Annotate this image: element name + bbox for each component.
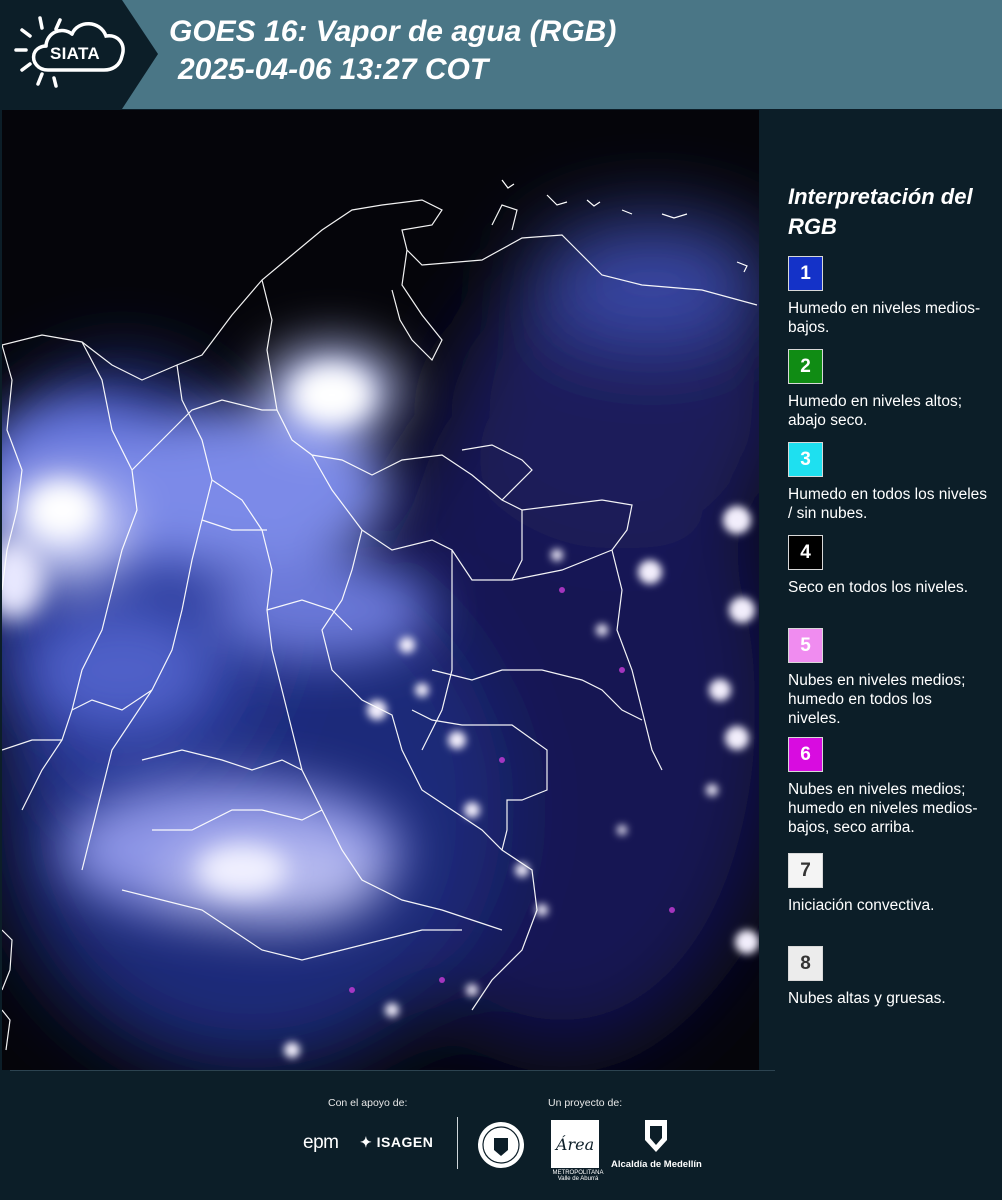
siata-logo-text: SIATA (50, 44, 100, 63)
medellin-shield-icon (645, 1120, 667, 1152)
alcaldia-medellin-logo: Alcaldía de Medellín (611, 1159, 702, 1170)
footer-vertical-divider (457, 1117, 458, 1169)
legend-color-swatch: 4 (788, 535, 823, 570)
legend-item: 6 Nubes en niveles medios; humedo en nive… (788, 737, 988, 837)
footer: Con el apoyo de: Un proyecto de: epm ✦ I… (0, 1070, 1002, 1200)
page-timestamp: 2025-04-06 13:27 COT (178, 53, 489, 86)
legend-color-swatch: 7 (788, 853, 823, 888)
isagen-star-icon: ✦ (360, 1134, 373, 1150)
satellite-map[interactable] (2, 110, 759, 1070)
legend-description: Nubes en niveles medios; humedo en todos… (788, 672, 966, 727)
legend-color-swatch: 3 (788, 442, 823, 477)
rgb-legend: Interpretación del RGB 1 Humedo en nivele… (772, 182, 994, 1007)
legend-description: Nubes en niveles medios; humedo en nivel… (788, 781, 978, 836)
siata-logo-panel: SIATA (0, 0, 158, 109)
legend-description: Humedo en niveles altos; abajo seco. (788, 393, 963, 429)
legend-item: 7 Iniciación convectiva. (788, 853, 988, 915)
legend-item: 1 Humedo en niveles medios-bajos. (788, 256, 988, 337)
legend-item: 4 Seco en todos los niveles. (788, 535, 988, 597)
legend-description: Iniciación convectiva. (788, 897, 935, 914)
epm-logo: epm (303, 1132, 339, 1153)
project-label: Un proyecto de: (548, 1097, 623, 1109)
header-bar: SIATA GOES 16: Vapor de agua (RGB) 2025-… (0, 0, 1002, 109)
legend-item: 5 Nubes en niveles medios; humedo en todo… (788, 628, 988, 728)
legend-description: Humedo en todos los niveles / sin nubes. (788, 486, 988, 522)
area-logo-wordmark: Área (554, 1134, 594, 1154)
area-metropolitana-logo: Área (551, 1120, 599, 1168)
page-title: GOES 16: Vapor de agua (RGB) (169, 15, 617, 48)
support-label: Con el apoyo de: (328, 1097, 408, 1109)
area-logo-mark-icon: Área (554, 1134, 594, 1154)
satellite-image (2, 110, 759, 1070)
isagen-wordmark: ISAGEN (376, 1134, 434, 1150)
legend-title: Interpretación del RGB (788, 184, 973, 239)
isagen-logo: ✦ ISAGEN (360, 1134, 433, 1151)
legend-item: 2 Humedo en niveles altos; abajo seco. (788, 349, 988, 430)
university-seal-icon (478, 1122, 524, 1168)
legend-color-swatch: 5 (788, 628, 823, 663)
legend-description: Nubes altas y gruesas. (788, 990, 946, 1007)
legend-description: Seco en todos los niveles. (788, 579, 969, 596)
legend-color-swatch: 1 (788, 256, 823, 291)
legend-color-swatch: 6 (788, 737, 823, 772)
area-logo-caption: METROPOLITANA Valle de Aburrá (552, 1170, 604, 1182)
legend-item: 8 Nubes altas y gruesas. (788, 946, 988, 1008)
legend-color-swatch: 2 (788, 349, 823, 384)
legend-item: 3 Humedo en todos los niveles / sin nubes… (788, 442, 988, 523)
legend-description: Humedo en niveles medios-bajos. (788, 300, 981, 336)
legend-color-swatch: 8 (788, 946, 823, 981)
footer-divider (10, 1070, 775, 1071)
